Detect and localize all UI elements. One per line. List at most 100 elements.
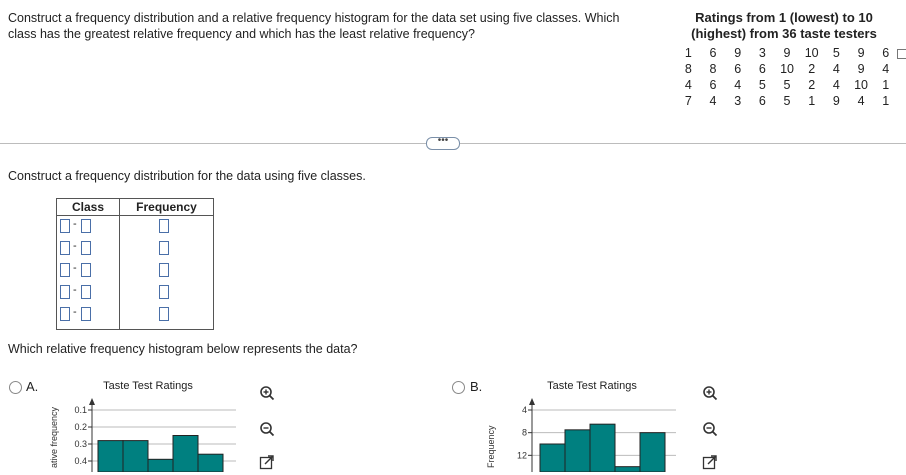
histogram-bar [639,432,666,473]
class-dash: - [73,284,77,296]
question-text: Construct a frequency distribution and a… [8,10,668,42]
class-upper-limit-input[interactable] [81,285,91,299]
frequency-input[interactable] [159,263,169,277]
data-cell: 6 [758,94,766,108]
data-cell: 6 [709,78,717,92]
class-dash: - [73,218,77,230]
data-cell: 8 [709,62,717,76]
data-cell: 4 [857,94,865,108]
y-tick-label: 12 [517,450,527,460]
data-cell: 4 [734,78,742,92]
class-dash: - [73,262,77,274]
data-title-line-2: (highest) from 36 taste testers [691,26,877,41]
option-b-chart: Frequency 12 8 4 [486,398,686,473]
class-lower-limit-input[interactable] [60,263,70,277]
data-cell: 9 [783,46,791,60]
data-cell: 6 [734,62,742,76]
frequency-header: Frequency [120,199,213,216]
expand-icon[interactable] [702,454,718,470]
more-button[interactable]: ••• [426,136,460,150]
class-upper-limit-input[interactable] [81,241,91,255]
class-lower-limit-input[interactable] [60,241,70,255]
expand-icon[interactable] [259,454,275,470]
class-lower-limit-input[interactable] [60,307,70,321]
histogram-bar [97,440,124,473]
y-axis-label: ative frequency [49,406,59,468]
class-dash: - [73,306,77,318]
data-cell: 3 [734,94,742,108]
zoom-out-icon[interactable] [702,421,718,437]
data-cell: 2 [808,78,816,92]
data-cell: 9 [857,46,865,60]
y-tick-label: 0.2 [74,422,87,432]
data-cell: 1 [882,78,890,92]
y-axis-arrow [89,398,95,405]
data-cell: 3 [758,46,766,60]
class-lower-limit-input[interactable] [60,285,70,299]
class-upper-limit-input[interactable] [81,219,91,233]
y-tick-label: 0.4 [74,456,87,466]
data-cell: 4 [882,62,890,76]
histogram-bar [589,423,616,473]
class-upper-limit-input[interactable] [81,263,91,277]
question-line-1: Construct a frequency distribution and a… [8,11,620,25]
data-cell: 5 [783,94,791,108]
class-lower-limit-input[interactable] [60,219,70,233]
data-cell: 5 [783,78,791,92]
zoom-out-icon[interactable] [259,421,275,437]
y-axis-label: Frequency [486,425,496,468]
zoom-in-icon[interactable] [702,385,718,401]
data-cell: 5 [758,78,766,92]
data-cell: 4 [684,78,692,92]
frequency-table: Class Frequency - - - - - [56,198,214,330]
option-a-radio[interactable] [9,381,22,394]
data-cell: 10 [854,78,868,92]
option-a-label: A. [26,379,39,394]
option-a-histogram: ative frequency 0.4 0.3 0.2 0.1 [49,398,236,473]
data-row: 8 8 6 6 10 2 4 9 4 [676,61,898,77]
class-upper-limit-input[interactable] [81,307,91,321]
class-header: Class [57,199,119,216]
option-b-label: B. [470,379,483,394]
data-table-title: Ratings from 1 (lowest) to 10 (highest) … [668,10,900,42]
data-cell: 10 [804,46,819,60]
option-b-radio[interactable] [452,381,465,394]
data-cell: 7 [684,94,692,108]
data-cell: 8 [684,62,692,76]
data-values-grid: 1 6 9 3 9 10 5 9 6 8 8 6 6 10 2 4 9 4 4 6 4 5 5 2 4 10 1 7 4 3 6 5 1 9 4 1 [676,45,898,109]
question-line-2: class has the greatest relative frequenc… [8,27,475,41]
y-tick-label: 8 [522,428,527,438]
y-axis-arrow [529,398,535,405]
part2-prompt: Which relative frequency histogram below… [8,342,358,356]
copy-data-icon[interactable] [897,49,906,59]
data-row: 1 6 9 3 9 10 5 9 6 [676,45,898,61]
data-cell: 9 [832,94,840,108]
option-a-chart: ative frequency 0.4 0.3 0.2 0.1 [46,398,246,473]
data-cell: 6 [758,62,766,76]
part1-prompt: Construct a frequency distribution for t… [8,169,366,183]
data-cell: 4 [832,78,840,92]
table-divider [119,199,120,329]
data-cell: 10 [780,62,794,76]
data-cell: 6 [882,46,890,60]
histogram-bar [614,466,641,473]
y-tick-label: 0.3 [74,439,87,449]
zoom-in-icon[interactable] [259,385,275,401]
data-cell: 6 [709,46,717,60]
histogram-bar [172,435,199,473]
frequency-input[interactable] [159,307,169,321]
data-cell: 4 [832,62,840,76]
data-cell: 1 [808,94,816,108]
option-a-chart-title: Taste Test Ratings [103,380,193,392]
data-cell: 1 [684,46,692,60]
histogram-bar [197,453,224,473]
data-cell: 9 [734,46,742,60]
data-cell: 5 [832,46,840,60]
option-b-histogram: Frequency 12 8 4 [486,398,676,473]
histogram-bar [122,440,149,473]
frequency-input[interactable] [159,219,169,233]
data-row: 7 4 3 6 5 1 9 4 1 [676,93,898,109]
data-cell: 2 [808,62,816,76]
frequency-input[interactable] [159,285,169,299]
frequency-input[interactable] [159,241,169,255]
